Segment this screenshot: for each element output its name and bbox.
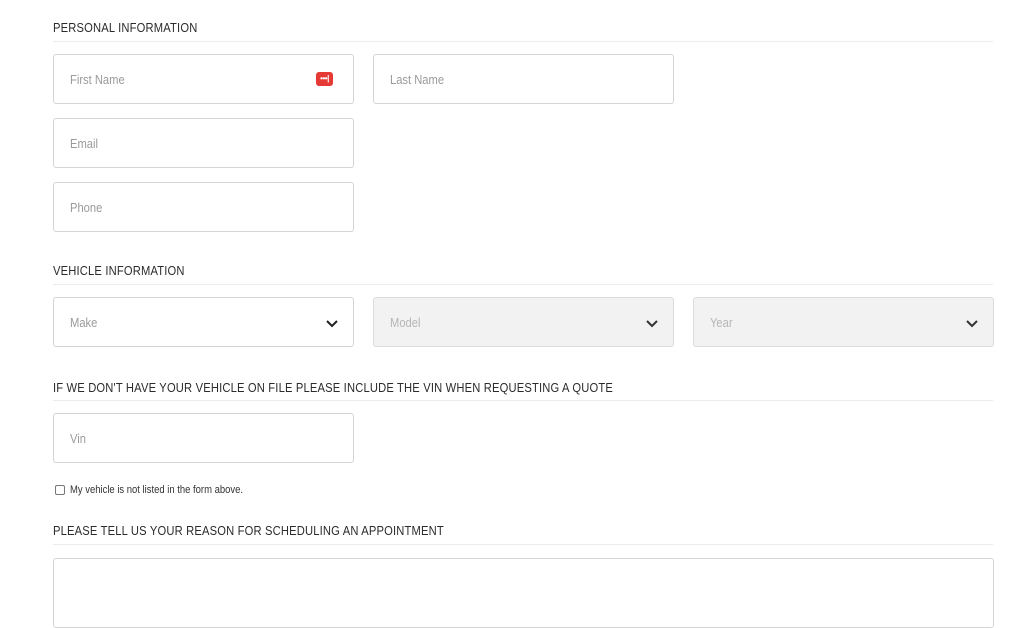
chevron-down-icon <box>326 320 338 328</box>
divider <box>53 284 993 285</box>
make-select[interactable]: Make <box>53 297 354 347</box>
first-name-input[interactable]: First Name •••| <box>53 54 354 104</box>
last-name-input[interactable]: Last Name <box>373 54 674 104</box>
phone-placeholder: Phone <box>70 200 103 215</box>
year-select[interactable]: Year <box>693 297 994 347</box>
last-name-placeholder: Last Name <box>390 72 445 87</box>
section-heading-vehicle: VEHICLE INFORMATION <box>53 263 185 278</box>
model-placeholder: Model <box>390 315 421 330</box>
chevron-down-icon <box>966 320 978 328</box>
section-heading-vin: IF WE DON'T HAVE YOUR VEHICLE ON FILE PL… <box>53 380 613 395</box>
vehicle-not-listed-row[interactable]: My vehicle is not listed in the form abo… <box>55 482 271 498</box>
vehicle-not-listed-checkbox[interactable] <box>55 485 65 495</box>
vin-placeholder: Vin <box>70 431 86 446</box>
divider <box>53 544 993 545</box>
email-placeholder: Email <box>70 136 98 151</box>
vin-input[interactable]: Vin <box>53 413 354 463</box>
first-name-placeholder: First Name <box>70 72 125 87</box>
year-placeholder: Year <box>710 315 733 330</box>
phone-input[interactable]: Phone <box>53 182 354 232</box>
model-select[interactable]: Model <box>373 297 674 347</box>
section-heading-reason: PLEASE TELL US YOUR REASON FOR SCHEDULIN… <box>53 523 444 538</box>
password-manager-icon[interactable]: •••| <box>316 72 333 86</box>
section-heading-personal: PERSONAL INFORMATION <box>53 20 198 35</box>
email-input[interactable]: Email <box>53 118 354 168</box>
make-placeholder: Make <box>70 315 98 330</box>
chevron-down-icon <box>646 320 658 328</box>
divider <box>53 41 993 42</box>
vehicle-not-listed-label: My vehicle is not listed in the form abo… <box>70 484 243 496</box>
divider <box>53 400 993 401</box>
